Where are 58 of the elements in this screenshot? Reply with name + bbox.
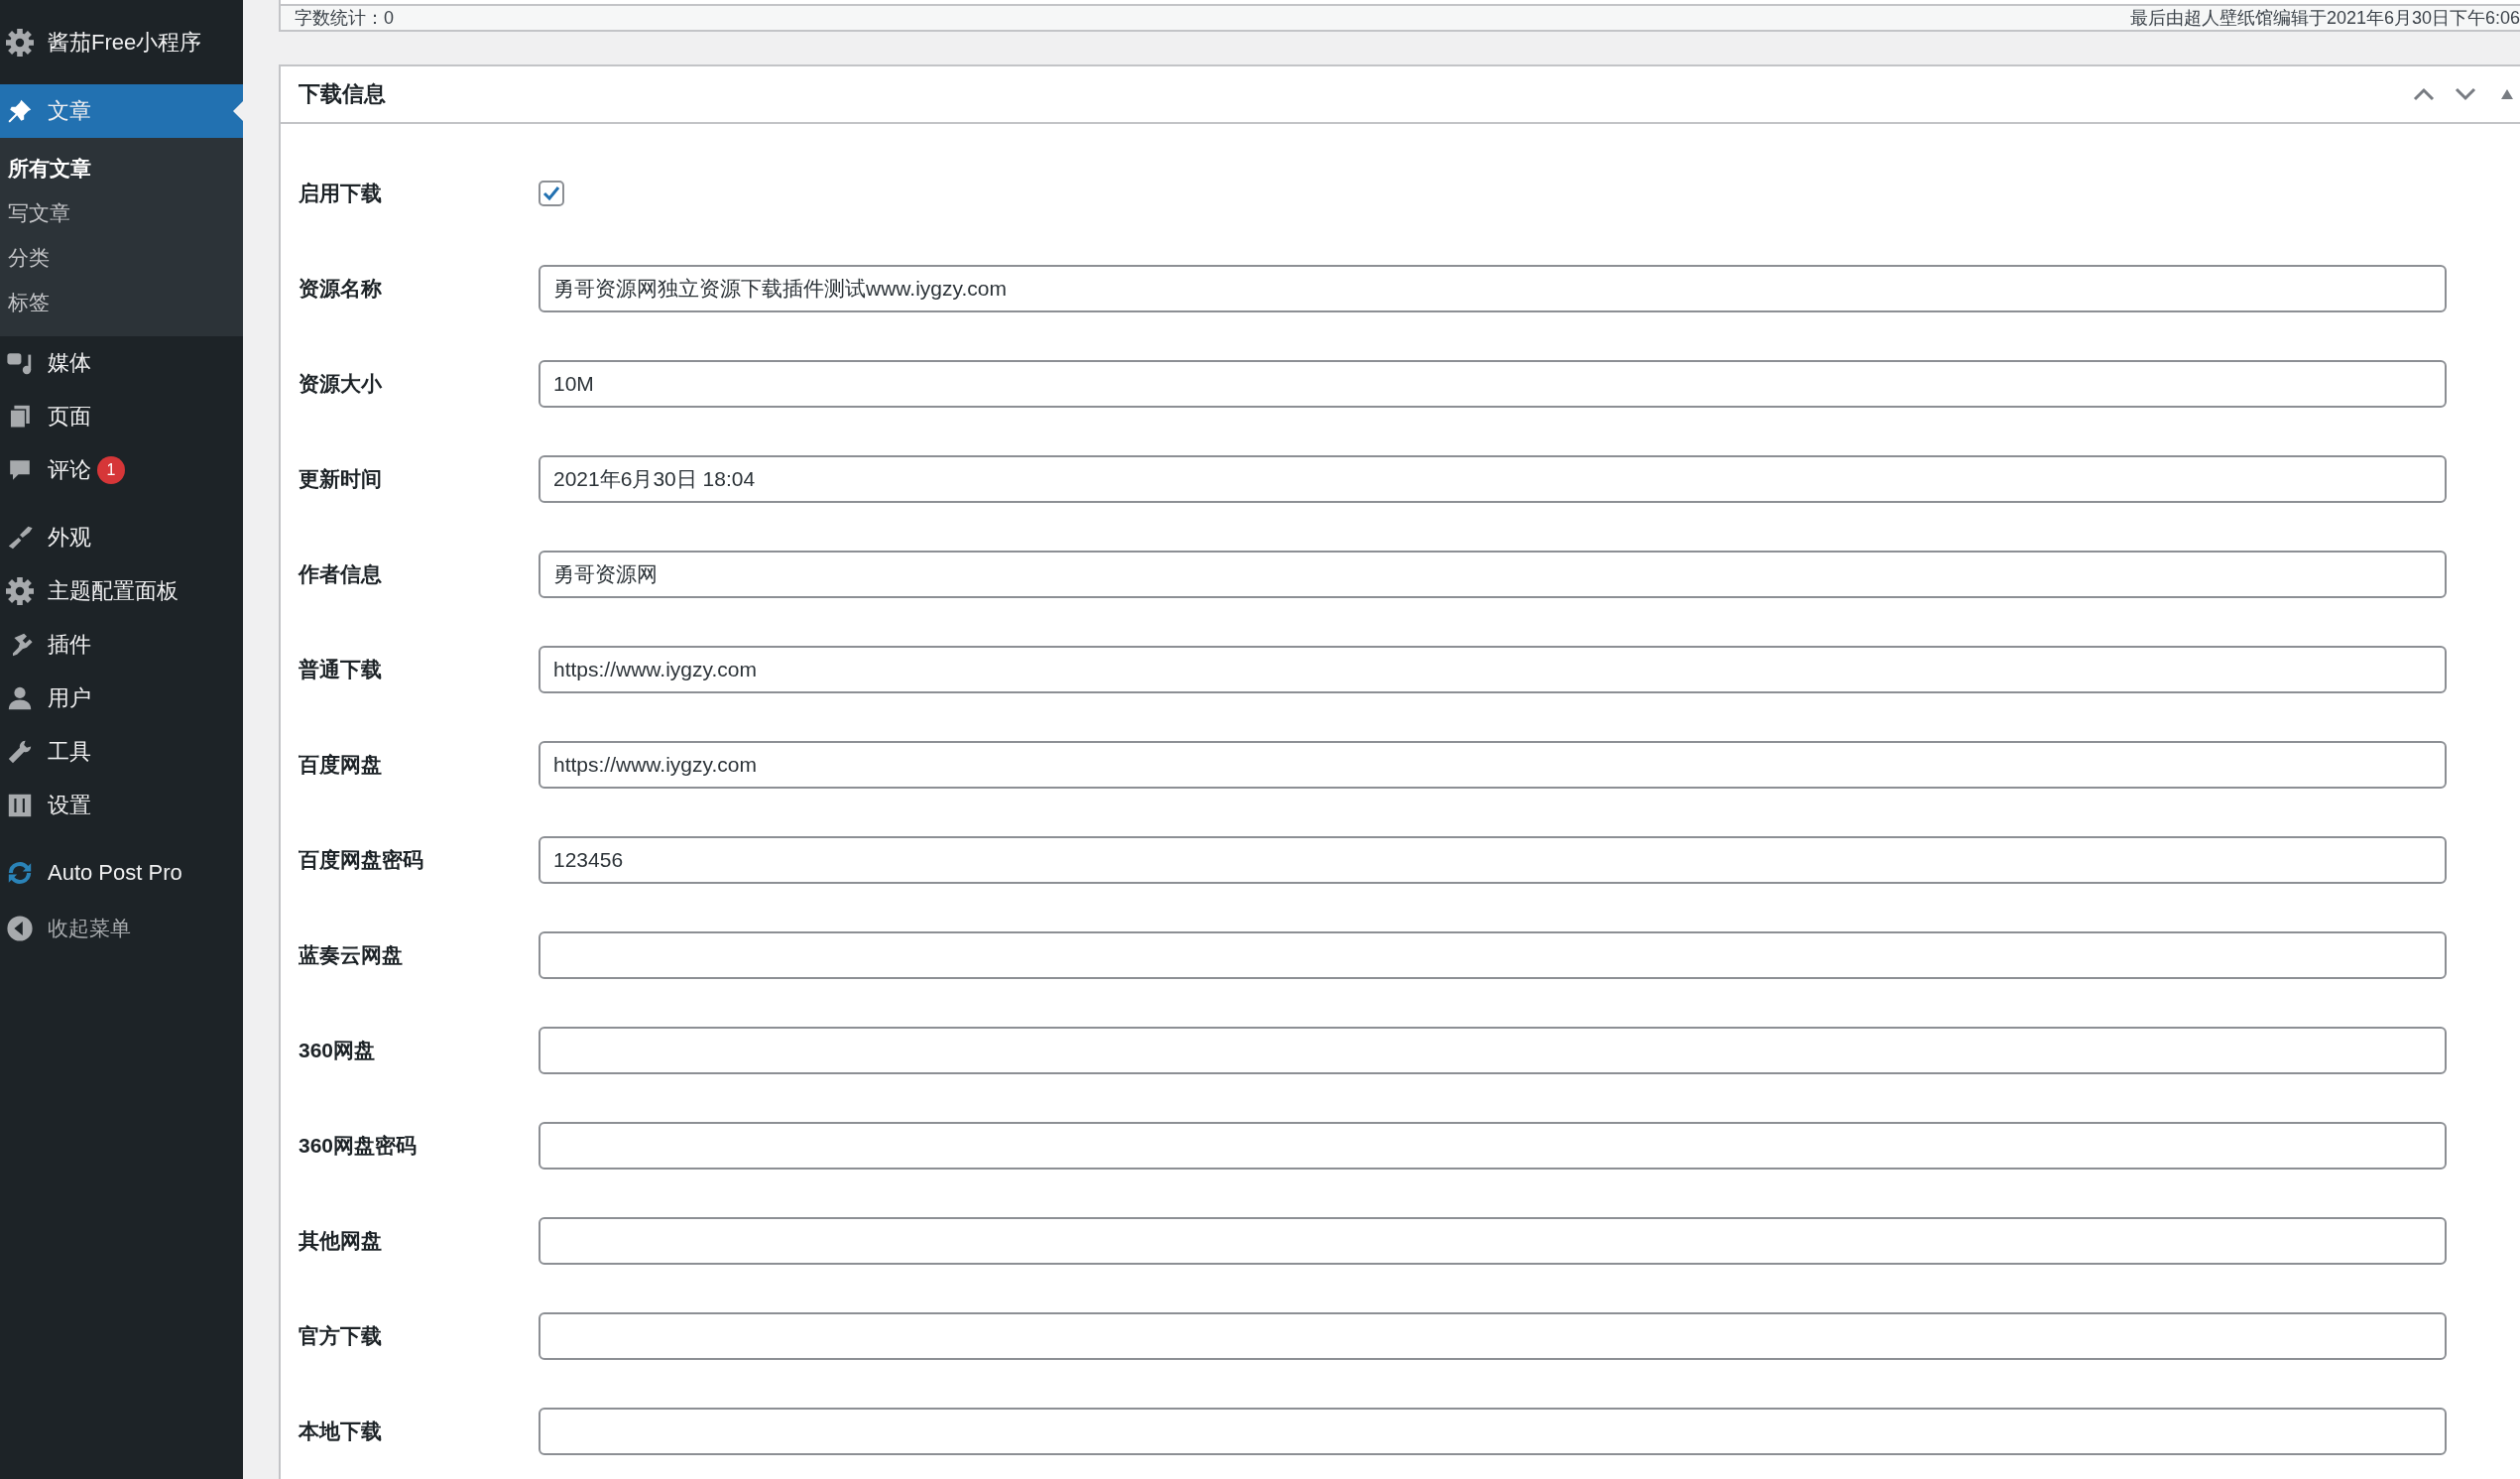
menu-item[interactable]: 插件 bbox=[0, 618, 243, 672]
menu-item[interactable]: 主题配置面板 bbox=[0, 564, 243, 618]
sliders-icon bbox=[6, 792, 34, 819]
field-label: 启用下载 bbox=[299, 181, 383, 206]
text-field[interactable]: 10M bbox=[539, 360, 2447, 408]
paintbrush-icon bbox=[6, 524, 34, 552]
field-label: 蓝奏云网盘 bbox=[299, 942, 404, 968]
text-field[interactable] bbox=[539, 1408, 2447, 1455]
site-name[interactable]: 酱茄Free小程序 bbox=[48, 27, 202, 58]
person-icon bbox=[6, 684, 34, 712]
submenu-item[interactable]: 标签 bbox=[0, 280, 243, 324]
field-label: 其他网盘 bbox=[299, 1228, 383, 1254]
submenu-item[interactable]: 写文章 bbox=[0, 190, 243, 235]
field-label: 360网盘 bbox=[299, 1038, 377, 1063]
text-field[interactable] bbox=[539, 1217, 2447, 1265]
text-field[interactable] bbox=[539, 1122, 2447, 1170]
field-label: 360网盘密码 bbox=[299, 1133, 419, 1159]
menu-item[interactable]: 媒体 bbox=[0, 336, 243, 390]
text-field[interactable]: 勇哥资源网 bbox=[539, 551, 2447, 598]
gear-icon bbox=[6, 577, 34, 605]
menu-item[interactable]: 页面 bbox=[0, 390, 243, 443]
field-label: 百度网盘 bbox=[299, 752, 383, 778]
pushpin-icon bbox=[6, 97, 34, 125]
menu-item[interactable]: 外观 bbox=[0, 511, 243, 564]
menu-item[interactable]: Auto Post Pro bbox=[0, 846, 243, 900]
submenu-item[interactable]: 所有文章 bbox=[0, 146, 243, 190]
text-field[interactable] bbox=[539, 1312, 2447, 1360]
text-field[interactable]: 123456 bbox=[539, 836, 2447, 884]
field-label: 百度网盘密码 bbox=[299, 847, 424, 873]
field-label: 更新时间 bbox=[299, 466, 383, 492]
word-count: 字数统计：0 bbox=[295, 7, 394, 30]
last-edited-text: 最后由超人壁纸馆编辑于2021年6月30日下午6:06 bbox=[2129, 7, 2520, 30]
text-field[interactable] bbox=[539, 1027, 2447, 1074]
wrench-icon bbox=[6, 738, 34, 766]
count-badge: 1 bbox=[97, 456, 125, 484]
field-label: 资源名称 bbox=[299, 276, 383, 302]
field-label: 作者信息 bbox=[299, 561, 383, 587]
sync-icon bbox=[6, 859, 34, 887]
text-field[interactable]: https://www.iygzy.com bbox=[539, 741, 2447, 789]
check-icon bbox=[542, 185, 560, 201]
text-field[interactable] bbox=[539, 931, 2447, 979]
menu-item[interactable]: 文章 bbox=[0, 84, 243, 138]
panel-title: 下载信息 bbox=[299, 80, 386, 108]
menu-item[interactable]: 设置 bbox=[0, 779, 243, 832]
menu-item[interactable]: 用户 bbox=[0, 672, 243, 725]
checkbox[interactable] bbox=[539, 181, 564, 206]
field-label: 资源大小 bbox=[299, 371, 383, 397]
text-field[interactable]: https://www.iygzy.com bbox=[539, 646, 2447, 693]
current-pointer-icon bbox=[233, 101, 243, 121]
menu-item[interactable]: 工具 bbox=[0, 725, 243, 779]
submenu-item[interactable]: 分类 bbox=[0, 235, 243, 280]
field-label: 本地下载 bbox=[299, 1418, 383, 1444]
text-field[interactable]: 勇哥资源网独立资源下载插件测试www.iygzy.com bbox=[539, 265, 2447, 312]
field-label: 官方下载 bbox=[299, 1323, 383, 1349]
collapse-menu-link[interactable]: 收起菜单 bbox=[0, 902, 243, 955]
menu-item[interactable]: 评论 1 bbox=[0, 443, 243, 497]
field-label: 普通下载 bbox=[299, 657, 383, 682]
text-field[interactable]: 2021年6月30日 18:04 bbox=[539, 455, 2447, 503]
